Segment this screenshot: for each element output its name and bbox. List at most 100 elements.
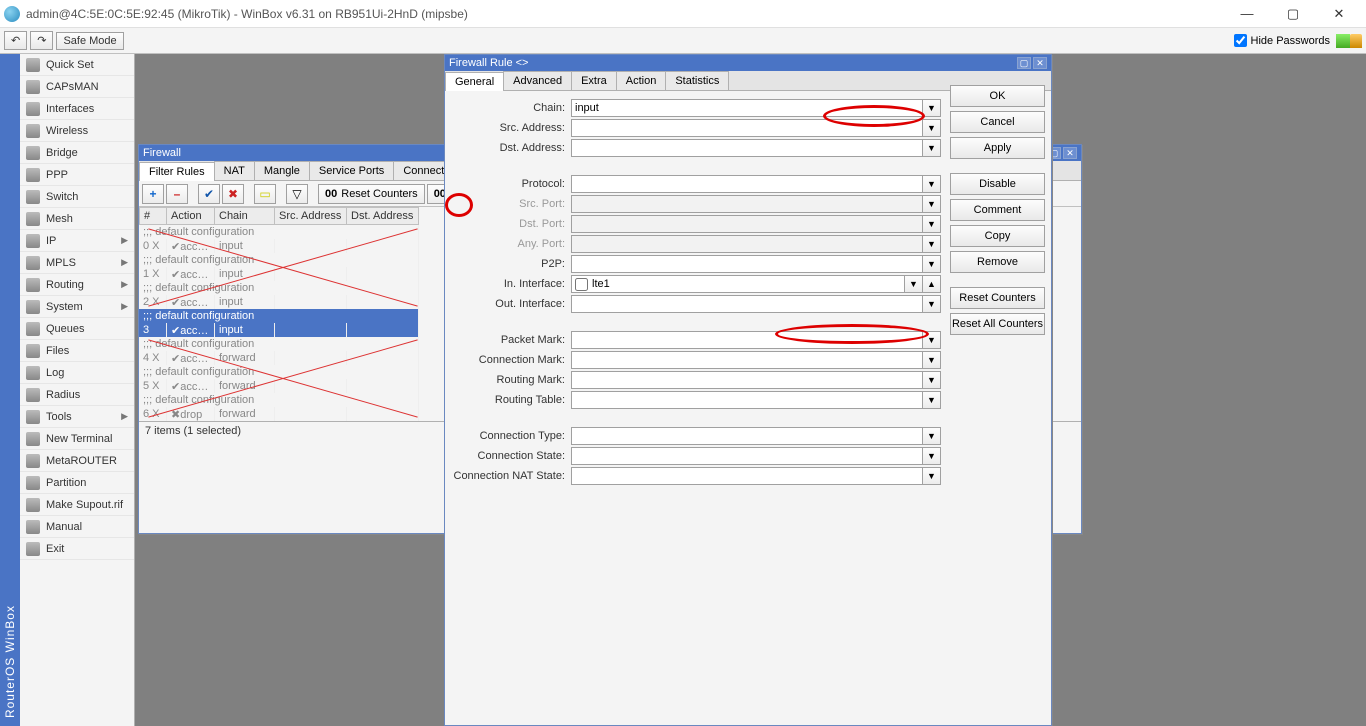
table-cell[interactable]: ✔acc… [167,239,215,253]
menu-item-log[interactable]: Log [20,362,134,384]
menu-item-quick-set[interactable]: Quick Set [20,54,134,76]
field-input-iif[interactable]: lte1 [571,275,905,293]
menu-item-routing[interactable]: Routing▶ [20,274,134,296]
dropdown-icon[interactable]: ▼ [905,275,923,293]
field-input-cnat[interactable] [571,467,923,485]
firewall-tab-service-ports[interactable]: Service Ports [309,161,394,180]
disable-button[interactable]: ✖ [222,184,244,204]
table-row-comment[interactable]: ;;; default configuration [139,365,419,379]
table-cell[interactable] [275,267,347,281]
dialog-close-button[interactable]: ✕ [1033,57,1047,69]
dialog-cancel-button[interactable]: Cancel [950,111,1045,133]
safe-mode-button[interactable]: Safe Mode [56,32,123,50]
table-cell[interactable]: 5 X [139,379,167,393]
field-input-cstate[interactable] [571,447,923,465]
table-cell[interactable]: 3 [139,323,167,337]
undo-button[interactable]: ↶ [4,31,27,50]
menu-item-mesh[interactable]: Mesh [20,208,134,230]
menu-item-make-supout-rif[interactable]: Make Supout.rif [20,494,134,516]
maximize-button[interactable]: ▢ [1270,0,1316,28]
table-cell[interactable] [275,239,347,253]
table-cell[interactable]: input [215,295,275,309]
enable-button[interactable]: ✔ [198,184,220,204]
menu-item-queues[interactable]: Queues [20,318,134,340]
dropdown-icon[interactable]: ▼ [923,139,941,157]
close-button[interactable]: ✕ [1316,0,1362,28]
field-input-src[interactable] [571,119,923,137]
table-cell[interactable] [347,267,419,281]
menu-item-capsman[interactable]: CAPsMAN [20,76,134,98]
dropdown-icon[interactable]: ▼ [923,295,941,313]
table-cell[interactable] [347,379,419,393]
table-cell[interactable]: input [215,267,275,281]
table-cell[interactable] [347,407,419,421]
table-cell[interactable]: ✔acc… [167,267,215,281]
menu-item-radius[interactable]: Radius [20,384,134,406]
dropdown-icon[interactable]: ▼ [923,427,941,445]
dialog-apply-button[interactable]: Apply [950,137,1045,159]
table-cell[interactable]: input [215,239,275,253]
dropdown-icon[interactable]: ▼ [923,331,941,349]
table-cell[interactable]: ✔acc… [167,379,215,393]
field-input-oif[interactable] [571,295,923,313]
column-header[interactable]: Src. Address [275,207,347,225]
menu-item-interfaces[interactable]: Interfaces [20,98,134,120]
field-input-p2p[interactable] [571,255,923,273]
dialog-tab-extra[interactable]: Extra [571,71,617,90]
dialog-comment-button[interactable]: Comment [950,199,1045,221]
dialog-remove-button[interactable]: Remove [950,251,1045,273]
table-row-comment[interactable]: ;;; default configuration [139,225,419,239]
invert-checkbox[interactable] [575,278,588,291]
table-cell[interactable] [347,295,419,309]
table-cell[interactable]: ✖drop [167,407,215,421]
menu-item-files[interactable]: Files [20,340,134,362]
column-header[interactable]: Action [167,207,215,225]
table-cell[interactable] [275,351,347,365]
dropdown-icon[interactable]: ▼ [923,467,941,485]
table-cell[interactable]: ✔acc… [167,295,215,309]
dropdown-icon[interactable]: ▼ [923,255,941,273]
firewall-tab-nat[interactable]: NAT [214,161,255,180]
table-row-comment[interactable]: ;;; default configuration [139,253,419,267]
dialog-disable-button[interactable]: Disable [950,173,1045,195]
table-row-comment[interactable]: ;;; default configuration [139,309,419,323]
table-cell[interactable] [275,323,347,337]
dialog-reset-all-counters-button[interactable]: Reset All Counters [950,313,1045,335]
firewall-tab-mangle[interactable]: Mangle [254,161,310,180]
dialog-tab-action[interactable]: Action [616,71,667,90]
table-cell[interactable] [275,407,347,421]
minimize-button[interactable]: — [1224,0,1270,28]
table-row-comment[interactable]: ;;; default configuration [139,281,419,295]
dialog-copy-button[interactable]: Copy [950,225,1045,247]
dropdown-icon[interactable]: ▼ [923,119,941,137]
filter-button[interactable]: ▽ [286,184,308,204]
dialog-ok-button[interactable]: OK [950,85,1045,107]
menu-item-tools[interactable]: Tools▶ [20,406,134,428]
column-header[interactable]: Dst. Address [347,207,419,225]
table-cell[interactable]: input [215,323,275,337]
table-cell[interactable] [347,351,419,365]
table-cell[interactable]: 0 X [139,239,167,253]
menu-item-exit[interactable]: Exit [20,538,134,560]
menu-item-new-terminal[interactable]: New Terminal [20,428,134,450]
column-header[interactable]: # [139,207,167,225]
menu-item-metarouter[interactable]: MetaROUTER [20,450,134,472]
dropdown-icon[interactable]: ▼ [923,351,941,369]
dropdown-icon[interactable]: ▼ [923,175,941,193]
column-header[interactable]: Chain [215,207,275,225]
dropdown-icon[interactable]: ▼ [923,371,941,389]
dialog-max-button[interactable]: ▢ [1017,57,1031,69]
hide-passwords-toggle[interactable]: Hide Passwords [1234,34,1330,47]
field-input-cmark[interactable] [571,351,923,369]
reset-counters-button[interactable]: 00Reset Counters [318,184,425,204]
table-cell[interactable]: 6 X [139,407,167,421]
menu-item-ip[interactable]: IP▶ [20,230,134,252]
field-input-proto[interactable] [571,175,923,193]
table-cell[interactable]: 2 X [139,295,167,309]
table-cell[interactable]: ✔acc… [167,323,215,337]
field-input-dst[interactable] [571,139,923,157]
table-cell[interactable] [275,379,347,393]
table-cell[interactable]: ✔acc… [167,351,215,365]
menu-item-system[interactable]: System▶ [20,296,134,318]
table-cell[interactable]: forward [215,407,275,421]
